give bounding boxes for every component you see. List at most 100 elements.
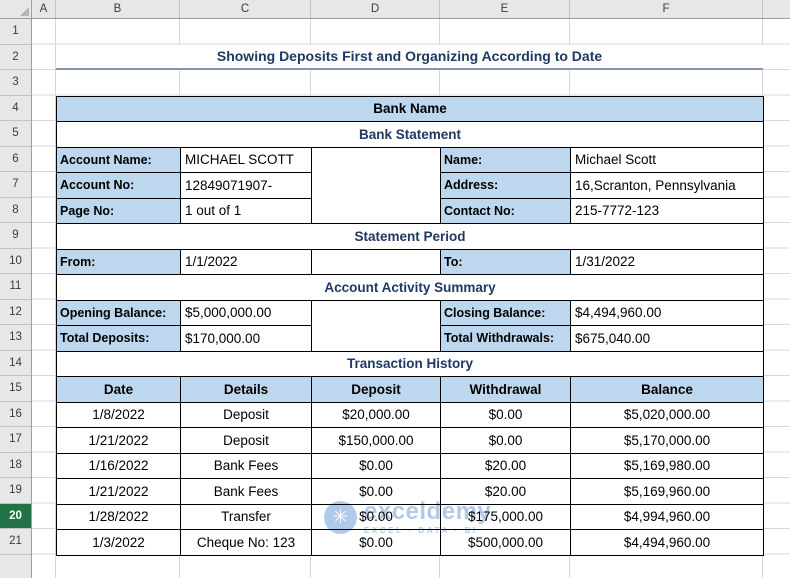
closing-balance-value[interactable]: $4,494,960.00 xyxy=(571,300,764,326)
sheet-title[interactable]: Showing Deposits First and Organizing Ac… xyxy=(56,44,763,70)
txn-details-cell[interactable]: Bank Fees xyxy=(181,479,312,505)
account-no-value[interactable]: 12849071907- xyxy=(181,173,312,199)
row-header-21[interactable]: 21 xyxy=(0,529,31,555)
total-deposits-value[interactable]: $170,000.00 xyxy=(181,326,312,352)
txn-date-cell[interactable]: 1/16/2022 xyxy=(57,453,181,479)
empty-merged-cell-summary[interactable] xyxy=(312,300,441,352)
txn-balance-cell[interactable]: $4,494,960.00 xyxy=(571,530,764,556)
closing-balance-label[interactable]: Closing Balance: xyxy=(441,300,571,326)
column-header-g-partial[interactable] xyxy=(763,0,790,18)
column-header-a[interactable]: A xyxy=(32,0,56,18)
contact-no-value[interactable]: 215-7772-123 xyxy=(571,198,764,224)
to-value[interactable]: 1/31/2022 xyxy=(571,249,764,275)
txn-balance-cell[interactable]: $5,170,000.00 xyxy=(571,428,764,454)
exceldemy-logo-icon: ✳ xyxy=(324,501,357,534)
row-header-9[interactable]: 9 xyxy=(0,223,31,249)
txn-date-cell[interactable]: 1/3/2022 xyxy=(57,530,181,556)
txn-balance-cell[interactable]: $4,994,960.00 xyxy=(571,504,764,530)
account-name-value[interactable]: MICHAEL SCOTT xyxy=(181,147,312,173)
column-header-b[interactable]: B xyxy=(56,0,180,18)
from-label[interactable]: From: xyxy=(57,249,181,275)
txn-header-deposit[interactable]: Deposit xyxy=(312,377,441,403)
row-header-1[interactable]: 1 xyxy=(0,19,31,45)
txn-withdrawal-cell[interactable]: $20.00 xyxy=(441,453,571,479)
column-header-bar: A B C D E F xyxy=(0,0,790,19)
row-header-6[interactable]: 6 xyxy=(0,147,31,172)
txn-header-balance[interactable]: Balance xyxy=(571,377,764,403)
row-header-16[interactable]: 16 xyxy=(0,402,31,427)
row-header-12[interactable]: 12 xyxy=(0,300,31,325)
to-label[interactable]: To: xyxy=(441,249,571,275)
column-header-c[interactable]: C xyxy=(180,0,311,18)
account-name-label[interactable]: Account Name: xyxy=(57,147,181,173)
txn-withdrawal-cell[interactable]: $0.00 xyxy=(441,428,571,454)
total-withdrawals-label[interactable]: Total Withdrawals: xyxy=(441,326,571,352)
row-header-3[interactable]: 3 xyxy=(0,70,31,96)
row-header-17[interactable]: 17 xyxy=(0,427,31,453)
from-value[interactable]: 1/1/2022 xyxy=(181,249,312,275)
row-header-10[interactable]: 10 xyxy=(0,249,31,274)
excel-sheet: A B C D E F 1 2 3 4 5 6 7 8 9 10 11 12 1… xyxy=(0,0,790,578)
txn-balance-cell[interactable]: $5,169,960.00 xyxy=(571,479,764,505)
contact-no-label[interactable]: Contact No: xyxy=(441,198,571,224)
txn-balance-cell[interactable]: $5,020,000.00 xyxy=(571,402,764,428)
section-account-activity[interactable]: Account Activity Summary xyxy=(57,275,764,301)
row-header-20-selected[interactable]: 20 xyxy=(0,503,31,529)
bank-name-cell[interactable]: Bank Name xyxy=(57,96,764,122)
bank-statement-table: Bank Name Bank Statement Account Name: M… xyxy=(56,95,764,556)
opening-balance-label[interactable]: Opening Balance: xyxy=(57,300,181,326)
row-header-11[interactable]: 11 xyxy=(0,274,31,300)
row-header-8[interactable]: 8 xyxy=(0,198,31,223)
exceldemy-watermark: ✳ exceldemy EXCEL · DATA · BI xyxy=(324,500,491,535)
txn-date-cell[interactable]: 1/21/2022 xyxy=(57,428,181,454)
row-header-18[interactable]: 18 xyxy=(0,453,31,478)
select-all-corner[interactable] xyxy=(0,0,32,18)
section-bank-statement[interactable]: Bank Statement xyxy=(57,122,764,148)
txn-details-cell[interactable]: Bank Fees xyxy=(181,453,312,479)
txn-date-cell[interactable]: 1/8/2022 xyxy=(57,402,181,428)
empty-merged-cell-top[interactable] xyxy=(312,147,441,224)
watermark-text: exceldemy EXCEL · DATA · BI xyxy=(364,498,492,536)
name-label[interactable]: Name: xyxy=(441,147,571,173)
txn-date-cell[interactable]: 1/21/2022 xyxy=(57,479,181,505)
txn-withdrawal-cell[interactable]: $0.00 xyxy=(441,402,571,428)
row-header-bar: 1 2 3 4 5 6 7 8 9 10 11 12 13 14 15 16 1… xyxy=(0,19,32,578)
address-label[interactable]: Address: xyxy=(441,173,571,199)
name-value[interactable]: Michael Scott xyxy=(571,147,764,173)
section-statement-period[interactable]: Statement Period xyxy=(57,224,764,250)
row-header-15[interactable]: 15 xyxy=(0,376,31,402)
row-header-7[interactable]: 7 xyxy=(0,172,31,198)
total-withdrawals-value[interactable]: $675,040.00 xyxy=(571,326,764,352)
txn-balance-cell[interactable]: $5,169,980.00 xyxy=(571,453,764,479)
account-no-label[interactable]: Account No: xyxy=(57,173,181,199)
opening-balance-value[interactable]: $5,000,000.00 xyxy=(181,300,312,326)
empty-cell-period[interactable] xyxy=(312,249,441,275)
txn-details-cell[interactable]: Cheque No: 123 xyxy=(181,530,312,556)
column-header-f[interactable]: F xyxy=(570,0,763,18)
column-header-d[interactable]: D xyxy=(311,0,440,18)
total-deposits-label[interactable]: Total Deposits: xyxy=(57,326,181,352)
txn-header-details[interactable]: Details xyxy=(181,377,312,403)
txn-deposit-cell[interactable]: $20,000.00 xyxy=(312,402,441,428)
page-no-label[interactable]: Page No: xyxy=(57,198,181,224)
txn-details-cell[interactable]: Deposit xyxy=(181,428,312,454)
row-header-5[interactable]: 5 xyxy=(0,121,31,147)
column-header-e[interactable]: E xyxy=(440,0,570,18)
address-value[interactable]: 16,Scranton, Pennsylvania xyxy=(571,173,764,199)
txn-deposit-cell[interactable]: $150,000.00 xyxy=(312,428,441,454)
txn-details-cell[interactable]: Deposit xyxy=(181,402,312,428)
txn-date-cell[interactable]: 1/28/2022 xyxy=(57,504,181,530)
txn-deposit-cell[interactable]: $0.00 xyxy=(312,453,441,479)
row-header-14[interactable]: 14 xyxy=(0,351,31,376)
txn-header-withdrawal[interactable]: Withdrawal xyxy=(441,377,571,403)
watermark-name: exceldemy xyxy=(364,498,492,525)
row-header-19[interactable]: 19 xyxy=(0,478,31,504)
row-header-13[interactable]: 13 xyxy=(0,325,31,351)
page-no-value[interactable]: 1 out of 1 xyxy=(181,198,312,224)
txn-details-cell[interactable]: Transfer xyxy=(181,504,312,530)
section-transaction-history[interactable]: Transaction History xyxy=(57,351,764,377)
sheet-grid[interactable]: Showing Deposits First and Organizing Ac… xyxy=(32,19,790,578)
row-header-2[interactable]: 2 xyxy=(0,45,31,70)
txn-header-date[interactable]: Date xyxy=(57,377,181,403)
row-header-4[interactable]: 4 xyxy=(0,96,31,121)
